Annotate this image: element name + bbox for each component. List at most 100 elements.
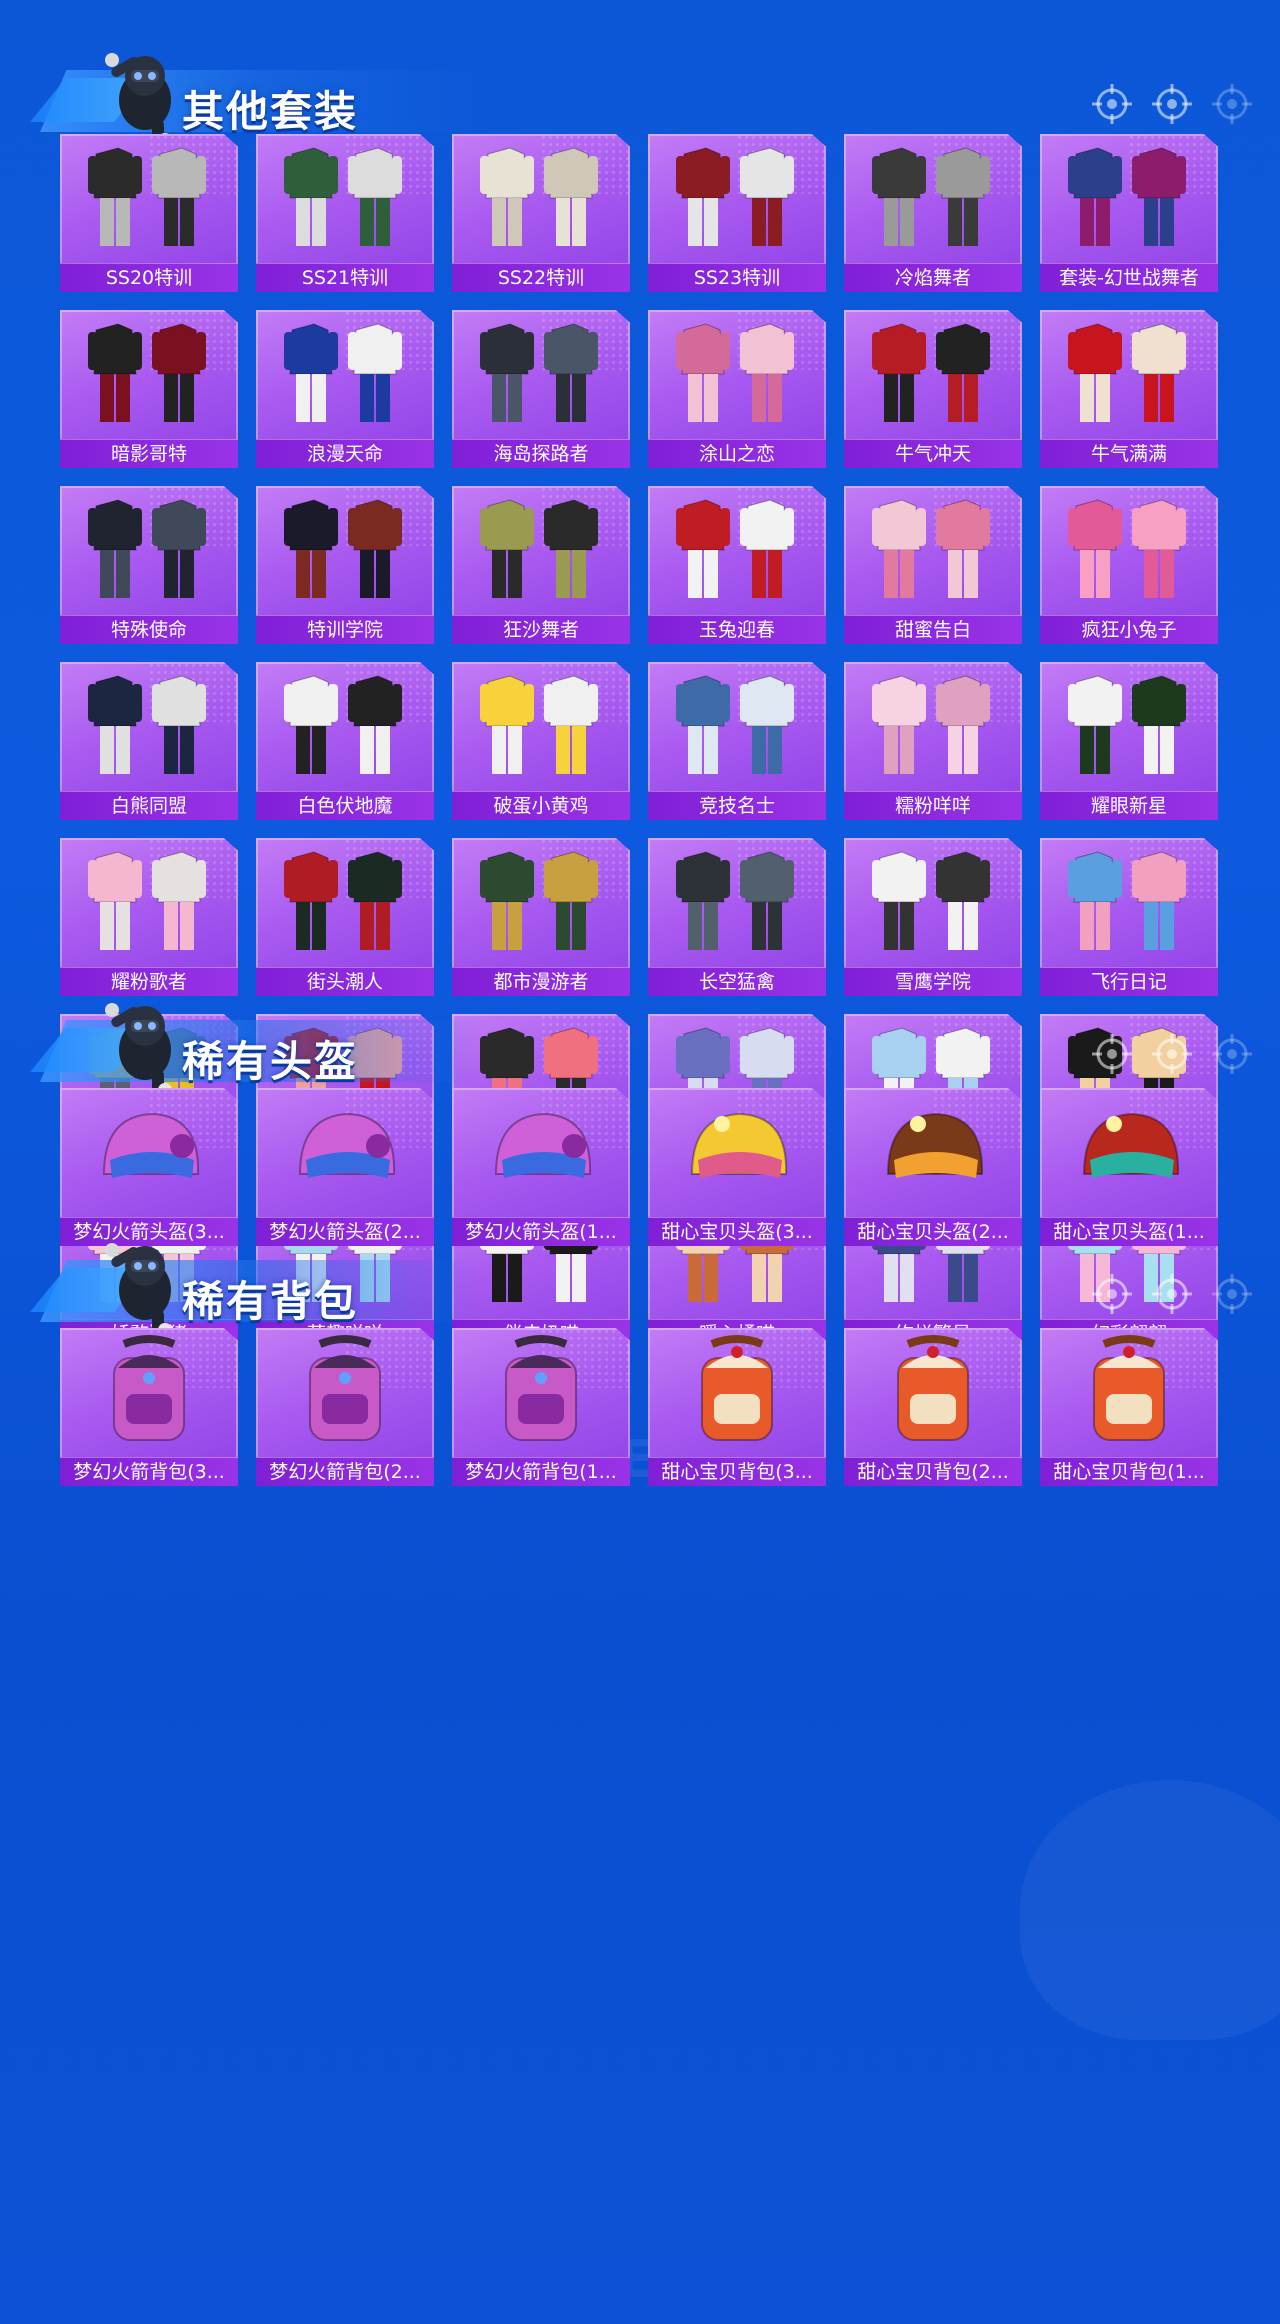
helmet-card[interactable]: 甜心宝贝头盔(1... bbox=[1040, 1088, 1218, 1246]
crosshair-icon bbox=[1150, 82, 1194, 126]
helmet-image bbox=[270, 1094, 420, 1212]
outfit-card[interactable]: 糯粉咩咩 bbox=[844, 662, 1022, 820]
helmet-card[interactable]: 梦幻火箭头盔(3... bbox=[60, 1088, 238, 1246]
outfit-image bbox=[662, 316, 812, 434]
card-label: 甜心宝贝背包(1... bbox=[1040, 1457, 1218, 1486]
card-label: 梦幻火箭背包(1... bbox=[452, 1457, 630, 1486]
helmet-image bbox=[858, 1094, 1008, 1212]
backpack-card[interactable]: 梦幻火箭背包(1... bbox=[452, 1328, 630, 1486]
outfit-image bbox=[74, 492, 224, 610]
outfit-card[interactable]: 暗影哥特 bbox=[60, 310, 238, 468]
crosshair-icon bbox=[1150, 1032, 1194, 1076]
card-label: 牛气满满 bbox=[1040, 439, 1218, 468]
outfit-card[interactable]: 飞行日记 bbox=[1040, 838, 1218, 996]
outfit-card[interactable]: 海岛探路者 bbox=[452, 310, 630, 468]
card-label: 套装-幻世战舞者 bbox=[1040, 263, 1218, 292]
outfit-card[interactable]: 套装-幻世战舞者 bbox=[1040, 134, 1218, 292]
outfit-card[interactable]: 街头潮人 bbox=[256, 838, 434, 996]
outfit-card[interactable]: 破蛋小黄鸡 bbox=[452, 662, 630, 820]
outfit-card[interactable]: 特殊使命 bbox=[60, 486, 238, 644]
card-label: 浪漫天命 bbox=[256, 439, 434, 468]
outfit-image bbox=[466, 140, 616, 258]
outfit-card[interactable]: SS23特训 bbox=[648, 134, 826, 292]
outfit-card[interactable]: SS21特训 bbox=[256, 134, 434, 292]
section-header: 稀有头盔 bbox=[30, 990, 1252, 1100]
card-label: 牛气冲天 bbox=[844, 439, 1022, 468]
card-label: 特殊使命 bbox=[60, 615, 238, 644]
outfit-image bbox=[270, 668, 420, 786]
card-label: 狂沙舞者 bbox=[452, 615, 630, 644]
outfit-image bbox=[466, 316, 616, 434]
outfit-card[interactable]: 浪漫天命 bbox=[256, 310, 434, 468]
outfit-card[interactable]: 牛气冲天 bbox=[844, 310, 1022, 468]
outfit-card[interactable]: SS20特训 bbox=[60, 134, 238, 292]
outfit-image bbox=[74, 844, 224, 962]
backpack-card[interactable]: 梦幻火箭背包(3... bbox=[60, 1328, 238, 1486]
crosshair-icon bbox=[1090, 1032, 1134, 1076]
section-header: 稀有背包 bbox=[30, 1230, 1252, 1340]
backpack-card[interactable]: 甜心宝贝背包(1... bbox=[1040, 1328, 1218, 1486]
card-label: 梦幻火箭背包(2... bbox=[256, 1457, 434, 1486]
backpack-card[interactable]: 甜心宝贝背包(3... bbox=[648, 1328, 826, 1486]
outfit-card[interactable]: 特训学院 bbox=[256, 486, 434, 644]
outfit-card[interactable]: 耀眼新星 bbox=[1040, 662, 1218, 820]
card-label: 竞技名士 bbox=[648, 791, 826, 820]
backpack-image bbox=[1054, 1334, 1204, 1452]
card-label: SS20特训 bbox=[60, 263, 238, 292]
outfit-image bbox=[270, 844, 420, 962]
backpack-image bbox=[74, 1334, 224, 1452]
outfit-card[interactable]: 玉兔迎春 bbox=[648, 486, 826, 644]
card-label: SS22特训 bbox=[452, 263, 630, 292]
helmet-image bbox=[466, 1094, 616, 1212]
outfit-image bbox=[270, 316, 420, 434]
outfit-image bbox=[74, 316, 224, 434]
helmet-image bbox=[74, 1094, 224, 1212]
card-label: SS23特训 bbox=[648, 263, 826, 292]
outfit-image bbox=[74, 668, 224, 786]
outfit-card[interactable]: 疯狂小兔子 bbox=[1040, 486, 1218, 644]
outfit-image bbox=[270, 492, 420, 610]
helmet-image bbox=[662, 1094, 812, 1212]
outfit-image bbox=[662, 140, 812, 258]
helmet-card[interactable]: 甜心宝贝头盔(3... bbox=[648, 1088, 826, 1246]
outfit-card[interactable]: 都市漫游者 bbox=[452, 838, 630, 996]
outfit-card[interactable]: 白色伏地魔 bbox=[256, 662, 434, 820]
card-label: 冷焰舞者 bbox=[844, 263, 1022, 292]
outfit-card[interactable]: SS22特训 bbox=[452, 134, 630, 292]
outfit-card[interactable]: 雪鹰学院 bbox=[844, 838, 1022, 996]
outfit-card[interactable]: 长空猛禽 bbox=[648, 838, 826, 996]
helmet-card[interactable]: 梦幻火箭头盔(1... bbox=[452, 1088, 630, 1246]
helmet-card[interactable]: 甜心宝贝头盔(2... bbox=[844, 1088, 1022, 1246]
outfit-card[interactable]: 涂山之恋 bbox=[648, 310, 826, 468]
card-label: 梦幻火箭背包(3... bbox=[60, 1457, 238, 1486]
outfit-image bbox=[1054, 844, 1204, 962]
outfit-image bbox=[662, 844, 812, 962]
helmet-card[interactable]: 梦幻火箭头盔(2... bbox=[256, 1088, 434, 1246]
section-title: 其他套装 bbox=[182, 88, 359, 135]
card-label: 甜心宝贝背包(2... bbox=[844, 1457, 1022, 1486]
outfit-image bbox=[858, 140, 1008, 258]
backpack-card[interactable]: 甜心宝贝背包(2... bbox=[844, 1328, 1022, 1486]
card-label: 甜蜜告白 bbox=[844, 615, 1022, 644]
helmet-image bbox=[1054, 1094, 1204, 1212]
card-label: 海岛探路者 bbox=[452, 439, 630, 468]
outfit-image bbox=[74, 140, 224, 258]
card-label: 玉兔迎春 bbox=[648, 615, 826, 644]
outfit-card[interactable]: 狂沙舞者 bbox=[452, 486, 630, 644]
outfit-card[interactable]: 牛气满满 bbox=[1040, 310, 1218, 468]
section-title: 稀有背包 bbox=[182, 1278, 359, 1325]
crosshair-icons bbox=[1090, 1032, 1252, 1076]
card-label: 甜心宝贝背包(3... bbox=[648, 1457, 826, 1486]
outfit-image bbox=[1054, 316, 1204, 434]
outfit-card[interactable]: 竞技名士 bbox=[648, 662, 826, 820]
backpack-card[interactable]: 梦幻火箭背包(2... bbox=[256, 1328, 434, 1486]
backpack-image bbox=[270, 1334, 420, 1452]
outfit-image bbox=[466, 668, 616, 786]
outfit-card[interactable]: 甜蜜告白 bbox=[844, 486, 1022, 644]
outfit-image bbox=[466, 492, 616, 610]
outfit-image bbox=[662, 668, 812, 786]
outfit-card[interactable]: 耀粉歌者 bbox=[60, 838, 238, 996]
outfit-card[interactable]: 冷焰舞者 bbox=[844, 134, 1022, 292]
outfit-image bbox=[270, 140, 420, 258]
outfit-card[interactable]: 白熊同盟 bbox=[60, 662, 238, 820]
